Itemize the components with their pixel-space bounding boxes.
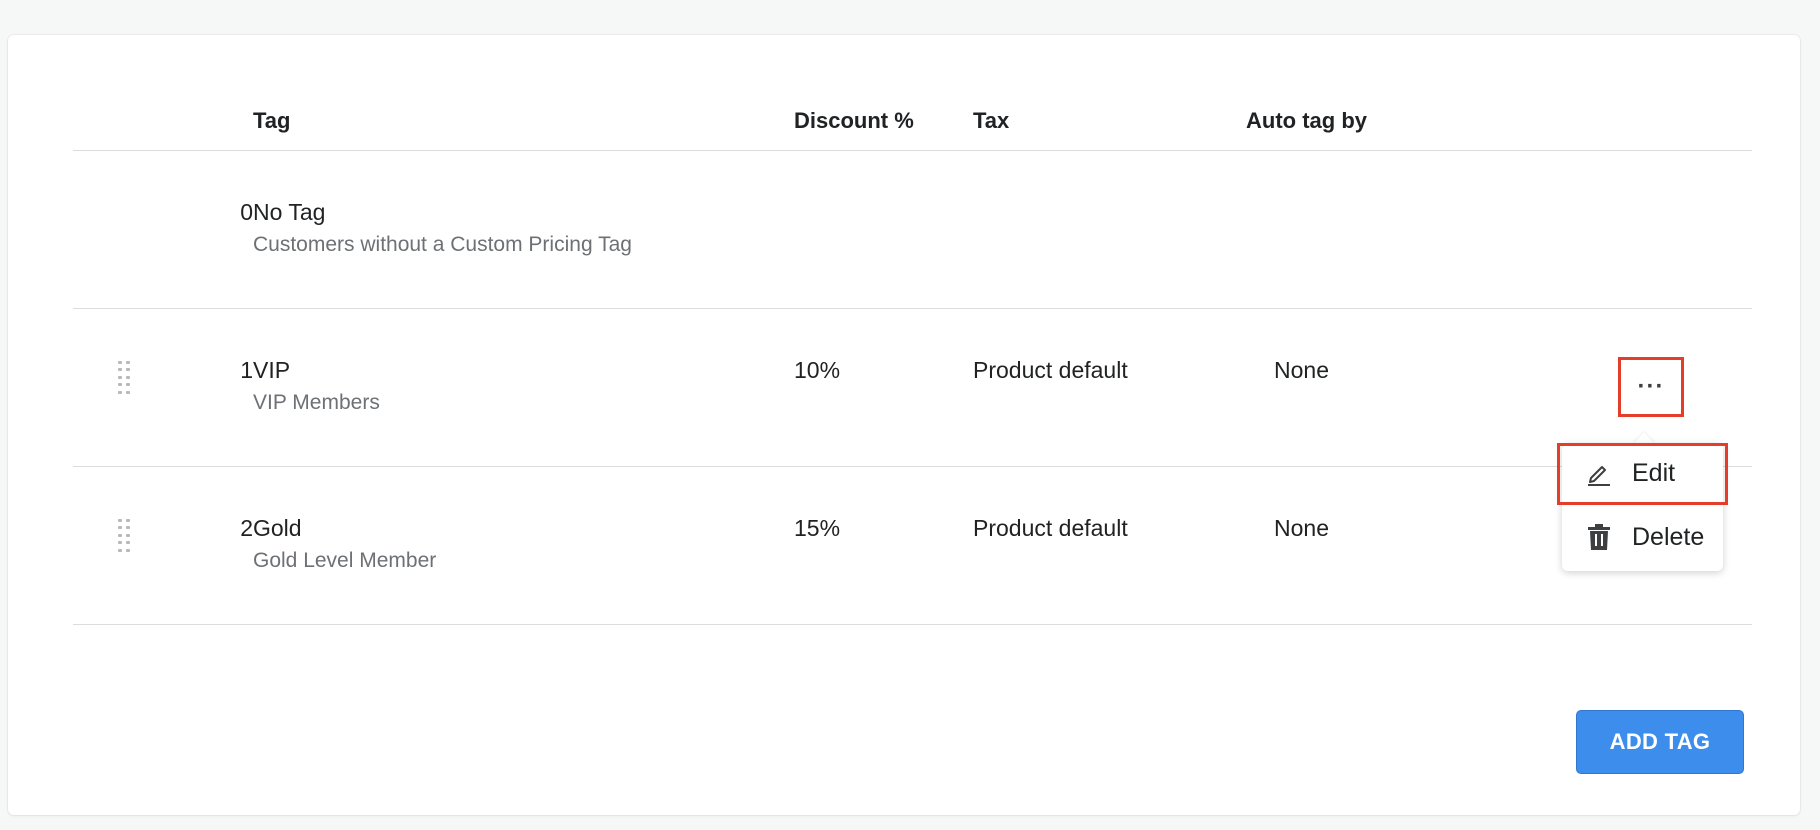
tag-name: Gold (253, 515, 302, 541)
header-discount: Discount % (794, 108, 914, 133)
tag-auto-tag: None (1274, 515, 1329, 541)
table-row: 2 Gold Gold Level Member 15% Product def… (73, 467, 1752, 625)
menu-item-delete[interactable]: Delete (1562, 510, 1723, 564)
row-index: 2 (240, 515, 253, 541)
tags-card: Tag Discount % Tax Auto tag by 0 No Tag … (8, 35, 1800, 815)
table-row: 1 VIP VIP Members 10% Product default No… (73, 309, 1752, 467)
table-header: Tag Discount % Tax Auto tag by (73, 35, 1752, 151)
drag-handle-icon[interactable] (118, 361, 132, 395)
menu-item-label: Delete (1632, 522, 1705, 551)
more-actions-button[interactable]: ··· (1618, 357, 1684, 417)
tag-tax: Product default (973, 515, 1128, 541)
tag-description: Gold Level Member (253, 549, 437, 572)
tag-auto-tag: None (1274, 357, 1329, 383)
trash-icon (1584, 522, 1614, 552)
menu-item-edit[interactable]: Edit (1562, 446, 1723, 500)
tag-discount: 10% (794, 357, 841, 383)
header-auto-tag: Auto tag by (1246, 108, 1367, 133)
drag-handle-icon[interactable] (118, 519, 132, 553)
tag-name: VIP (253, 357, 291, 383)
tag-discount: 15% (794, 515, 841, 541)
tags-table: Tag Discount % Tax Auto tag by 0 No Tag … (73, 35, 1752, 625)
tag-description: VIP Members (253, 391, 380, 414)
add-tag-button[interactable]: ADD TAG (1576, 710, 1744, 774)
menu-item-label: Edit (1632, 458, 1676, 487)
row-index: 1 (240, 357, 253, 383)
header-tax: Tax (973, 108, 1010, 133)
pencil-icon (1584, 458, 1614, 488)
row-index: 0 (240, 199, 253, 225)
header-tag: Tag (253, 108, 291, 133)
table-row: 0 No Tag Customers without a Custom Pric… (73, 151, 1752, 309)
more-dots-icon: ··· (1637, 373, 1665, 400)
tag-description: Customers without a Custom Pricing Tag (253, 233, 632, 256)
row-actions-menu: Edit Delete (1562, 443, 1723, 571)
tag-tax: Product default (973, 357, 1128, 383)
tag-name: No Tag (253, 199, 326, 225)
